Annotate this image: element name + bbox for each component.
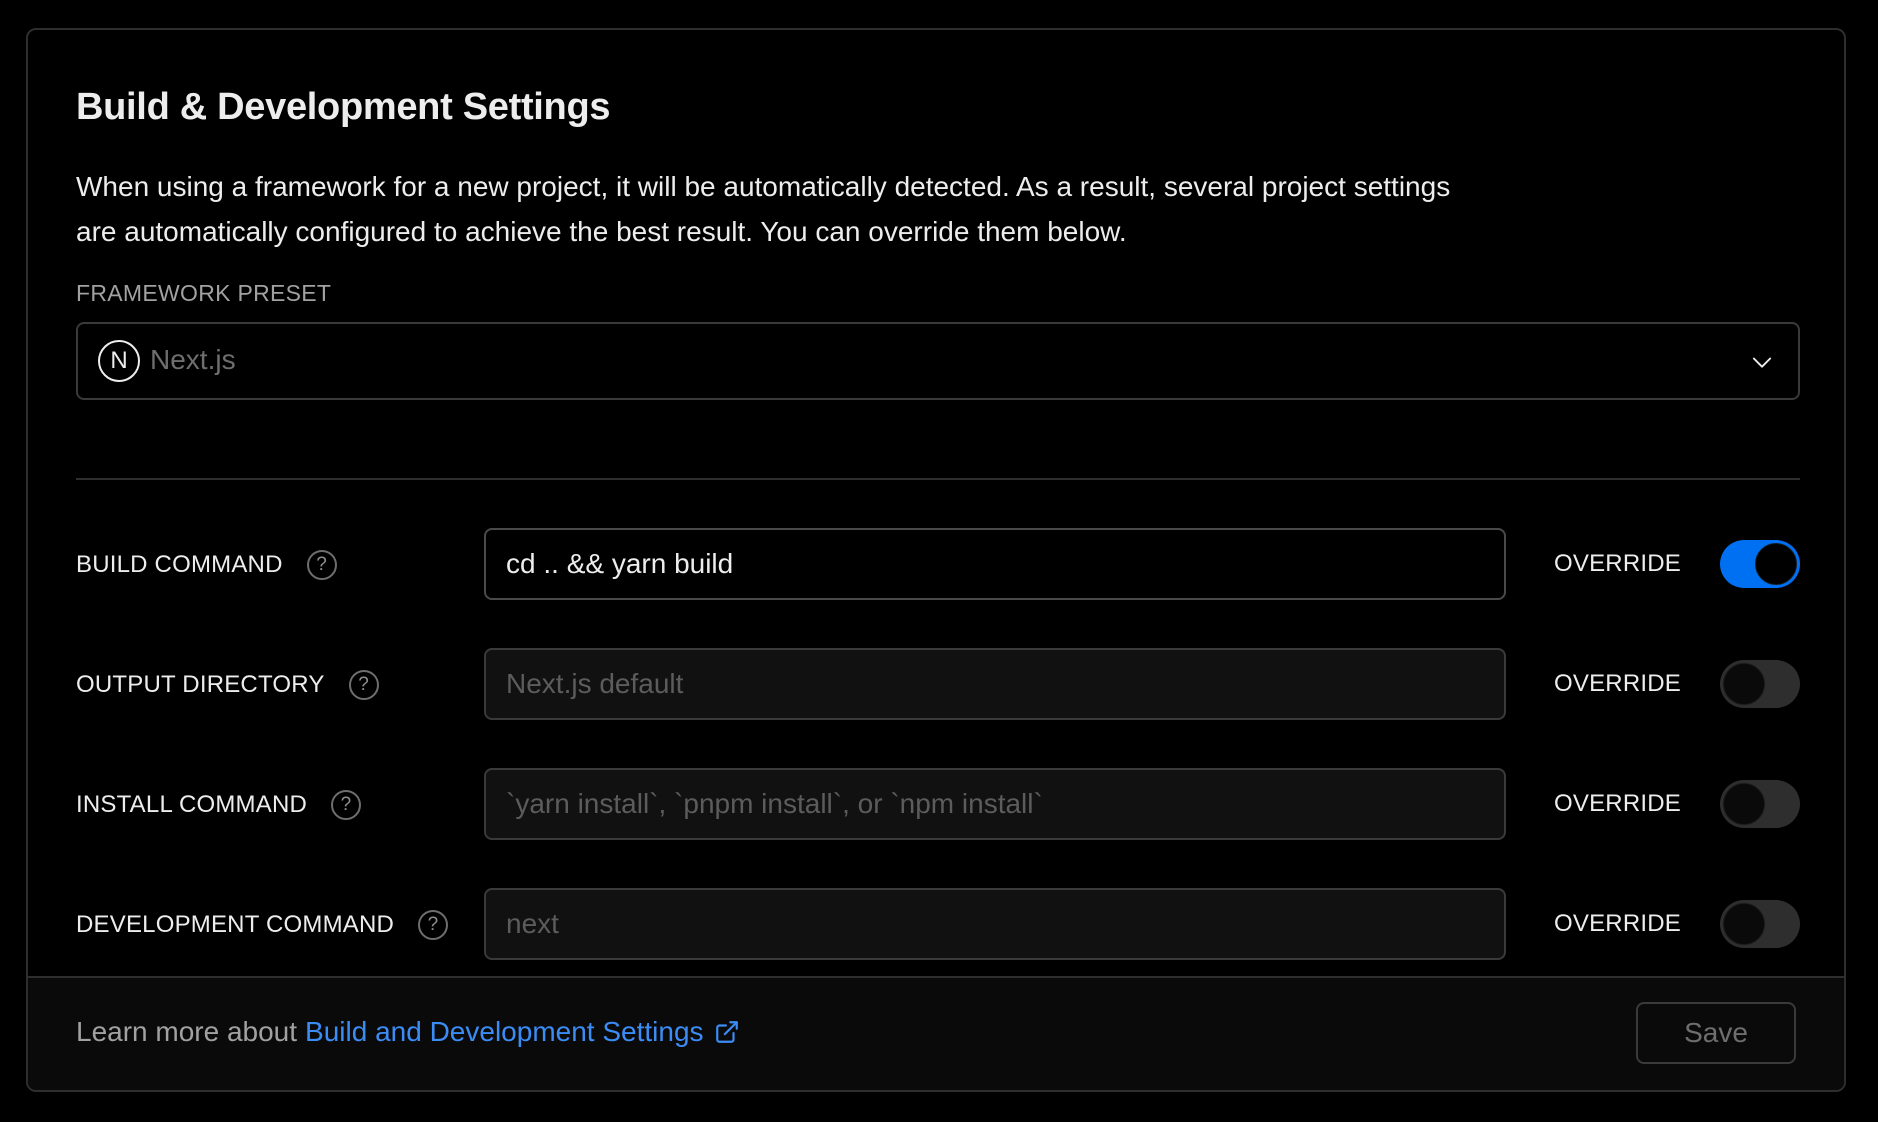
external-link-icon[interactable] [714, 1019, 740, 1045]
output-directory-label-wrap: OUTPUT DIRECTORY ? [76, 670, 379, 700]
build-command-input[interactable] [484, 528, 1506, 600]
output-directory-label: OUTPUT DIRECTORY [76, 671, 325, 698]
framework-preset-value: Next.js [150, 344, 236, 375]
card-footer: Learn more about Build and Development S… [28, 976, 1844, 1090]
build-command-row: BUILD COMMAND ? OVERRIDE [76, 528, 1800, 600]
help-icon[interactable]: ? [331, 790, 362, 820]
chevron-down-icon [1752, 357, 1772, 368]
toggle-knob [1723, 783, 1765, 825]
nextjs-logo-icon: N [98, 340, 140, 382]
output-directory-override-toggle[interactable] [1720, 660, 1800, 708]
development-command-input[interactable] [484, 888, 1506, 960]
build-command-label: BUILD COMMAND [76, 551, 283, 578]
install-command-label: INSTALL COMMAND [76, 791, 308, 818]
help-icon[interactable]: ? [306, 550, 337, 580]
development-command-label-wrap: DEVELOPMENT COMMAND ? [76, 910, 449, 940]
learn-more-text: Learn more about Build and Development S… [76, 1016, 740, 1048]
divider [76, 478, 1800, 480]
build-settings-card: Build & Development Settings When using … [26, 28, 1846, 1092]
section-description: When using a framework for a new project… [76, 171, 1451, 247]
framework-preset-label: FRAMEWORK PRESET [76, 280, 332, 306]
install-command-label-wrap: INSTALL COMMAND ? [76, 790, 362, 820]
build-command-override-label: OVERRIDE [1554, 550, 1681, 577]
output-directory-input[interactable] [484, 648, 1506, 720]
build-command-label-wrap: BUILD COMMAND ? [76, 550, 337, 580]
install-command-override-label: OVERRIDE [1554, 790, 1681, 817]
install-command-row: INSTALL COMMAND ? OVERRIDE [76, 768, 1800, 840]
build-command-override-toggle[interactable] [1720, 540, 1800, 588]
development-command-override-toggle[interactable] [1720, 900, 1800, 948]
toggle-knob [1755, 543, 1797, 585]
toggle-knob [1723, 663, 1765, 705]
development-command-label: DEVELOPMENT COMMAND [76, 911, 395, 938]
development-command-override-label: OVERRIDE [1554, 910, 1681, 937]
install-command-override-toggle[interactable] [1720, 780, 1800, 828]
help-icon[interactable]: ? [348, 670, 379, 700]
output-directory-override-label: OVERRIDE [1554, 670, 1681, 697]
install-command-input[interactable] [484, 768, 1506, 840]
output-directory-row: OUTPUT DIRECTORY ? OVERRIDE [76, 648, 1800, 720]
learn-more-prefix: Learn more about [76, 1016, 298, 1047]
save-button[interactable]: Save [1636, 1002, 1796, 1064]
development-command-row: DEVELOPMENT COMMAND ? OVERRIDE [76, 888, 1800, 960]
framework-preset-select[interactable]: N Next.js [76, 322, 1800, 400]
section-title: Build & Development Settings [76, 86, 611, 128]
toggle-knob [1723, 903, 1765, 945]
learn-more-link[interactable]: Build and Development Settings [305, 1016, 703, 1048]
help-icon[interactable]: ? [418, 910, 449, 940]
